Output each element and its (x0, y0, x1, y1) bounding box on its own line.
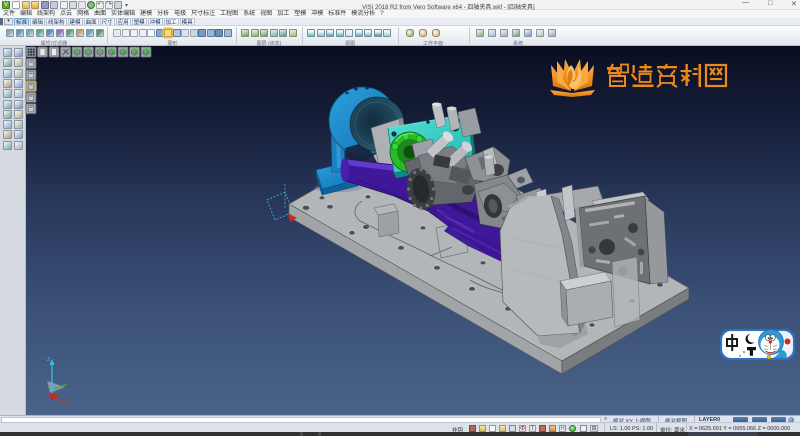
svg-text:Z: Z (47, 357, 50, 363)
